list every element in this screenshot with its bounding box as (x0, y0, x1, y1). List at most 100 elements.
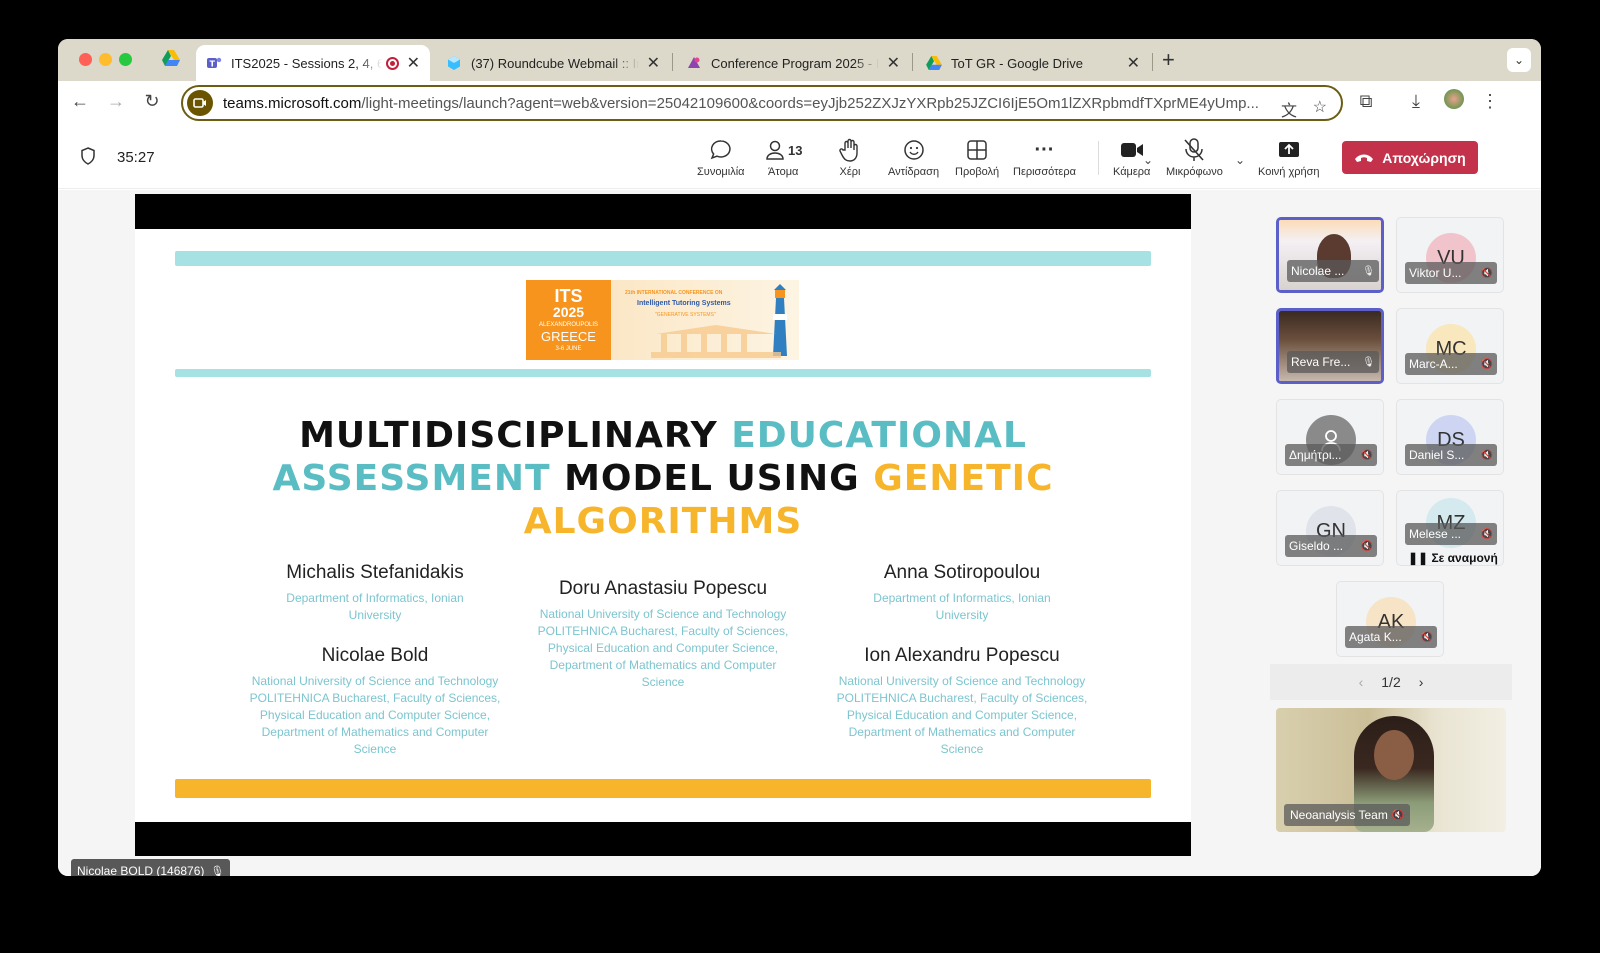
author-name: Doru Anastasiu Popescu (558, 578, 768, 599)
hang-up-icon (1354, 150, 1374, 166)
title-line-3: ALGORITHMS (135, 500, 1191, 543)
author-affiliation: National University of Science and Techn… (249, 674, 501, 756)
share-button[interactable]: Κοινή χρήση (1258, 137, 1320, 178)
participant-name-label: Δημήτρι... 🔇 (1285, 444, 1377, 466)
leave-button[interactable]: Αποχώρηση (1342, 141, 1478, 174)
banner-theme: "GENERATIVE SYSTEMS" (655, 312, 716, 318)
banner-conf-name: Intelligent Tutoring Systems (637, 300, 731, 307)
tab-title: (37) Roundcube Webmail :: Inbox (471, 55, 639, 71)
participant-name-label: Nicolae ... 🎙 (1287, 260, 1379, 282)
slide-divider-bar (175, 369, 1151, 377)
reload-icon[interactable]: ↻ (140, 91, 164, 112)
profile-avatar[interactable] (1442, 89, 1466, 114)
tab-separator (672, 53, 673, 71)
participant-count: 13 (788, 142, 803, 158)
meeting-stage: ITS 2025 ALEXANDROUPOLIS GREECE 3-6 JUNE… (58, 190, 1541, 876)
download-icon[interactable]: ⤓ (1404, 91, 1428, 112)
react-button[interactable]: Αντίδραση (888, 137, 939, 178)
participant-tile[interactable]: DS Daniel S... 🔇 (1396, 399, 1504, 475)
its2025-banner: ITS 2025 ALEXANDROUPOLIS GREECE 3-6 JUNE… (526, 280, 799, 360)
tab-title: ITS2025 - Sessions 2, 4, 6 (231, 55, 382, 71)
shared-screen[interactable]: ITS 2025 ALEXANDROUPOLIS GREECE 3-6 JUNE… (135, 194, 1191, 856)
waiting-label: Σε αναμονή (1431, 551, 1498, 565)
new-tab-icon[interactable]: + (1162, 47, 1175, 73)
raise-hand-button[interactable]: Χέρι (839, 137, 861, 178)
tab-close-icon[interactable]: ✕ (1127, 53, 1140, 73)
participant-tile[interactable]: AK Agata K... 🔇 (1336, 581, 1444, 657)
author-affiliation: Department of Informatics, Ionian Univer… (873, 591, 1051, 622)
extensions-icon[interactable]: ⧉ (1354, 91, 1378, 112)
maximize-window-button[interactable] (119, 53, 132, 66)
self-view-video[interactable]: Neoanalysis Team 🔇 (1276, 708, 1506, 832)
browser-menu-icon[interactable]: ⋮ (1478, 91, 1502, 112)
bookmark-star-icon[interactable]: ☆ (1313, 97, 1327, 117)
site-camera-icon[interactable] (187, 90, 213, 116)
author-block: Michalis Stefanidakis Department of Info… (255, 562, 495, 624)
author-affiliation: National University of Science and Techn… (537, 607, 789, 689)
chat-button[interactable]: Συνομιλία (697, 137, 745, 178)
title-word: ASSESSMENT (272, 458, 551, 499)
title-word: EDUCATIONAL (731, 415, 1027, 456)
view-label: Προβολή (955, 166, 1000, 178)
microphone-muted-icon: 🔇 (1480, 358, 1493, 370)
microphone-icon: 🎙 (1362, 265, 1375, 277)
microphone-options-chevron-icon[interactable]: ⌄ (1235, 153, 1245, 167)
presentation-slide: ITS 2025 ALEXANDROUPOLIS GREECE 3-6 JUNE… (135, 229, 1191, 822)
tab-its2025-teams[interactable]: T ITS2025 - Sessions 2, 4, 6 ✕ (196, 45, 430, 81)
url-path: /light-meetings/launch?agent=web&version… (361, 94, 1259, 112)
translate-icon[interactable]: 文 (1281, 97, 1297, 121)
slide-top-bar (175, 251, 1151, 266)
google-drive-icon (926, 55, 942, 71)
view-grid-icon (966, 137, 988, 163)
back-arrow-icon[interactable]: ← (68, 91, 92, 112)
share-icon (1278, 137, 1300, 163)
browser-window: T ITS2025 - Sessions 2, 4, 6 ✕ (37) Roun… (58, 39, 1541, 876)
participant-name: Marc-A... (1409, 357, 1458, 371)
chevron-left-icon[interactable]: ‹ (1359, 674, 1364, 690)
participant-tile[interactable]: MC Marc-A... 🔇 (1396, 308, 1504, 384)
title-line-2: ASSESSMENT MODEL USING GENETIC (135, 457, 1191, 500)
microphone-muted-icon: 🔇 (1480, 267, 1493, 279)
participant-name: Reva Fre... (1291, 355, 1351, 369)
more-label: Περισσότερα (1013, 166, 1076, 178)
tab-search-chevron-icon[interactable]: ⌄ (1507, 48, 1531, 72)
more-button[interactable]: ··· Περισσότερα (1013, 137, 1076, 179)
tab-title: ToT GR - Google Drive (951, 55, 1083, 71)
participant-tile[interactable]: Reva Fre... 🎙 (1276, 308, 1384, 384)
tab-conference-program[interactable]: Conference Program 2025 - ITS ✕ (676, 45, 910, 81)
tab-roundcube[interactable]: (37) Roundcube Webmail :: Inbox ✕ (436, 45, 670, 81)
self-view-face (1374, 730, 1414, 780)
tab-close-icon[interactable]: ✕ (407, 53, 420, 73)
chevron-right-icon[interactable]: › (1419, 674, 1424, 690)
participant-tile[interactable]: GN Giseldo ... 🔇 (1276, 490, 1384, 566)
forward-arrow-icon[interactable]: → (104, 91, 128, 112)
banner-its: ITS (554, 285, 583, 306)
author-affiliation: Department of Informatics, Ionian Univer… (286, 591, 464, 622)
tab-close-icon[interactable]: ✕ (647, 53, 660, 73)
tab-close-icon[interactable]: ✕ (887, 53, 900, 73)
minimize-window-button[interactable] (99, 53, 112, 66)
tab-google-drive[interactable]: ToT GR - Google Drive ✕ (916, 45, 1150, 81)
view-button[interactable]: Προβολή (955, 137, 999, 178)
banner-year: 2025 (552, 303, 585, 320)
its-logo: ITS 2025 ALEXANDROUPOLIS GREECE 3-6 JUNE (526, 280, 611, 360)
recording-icon (385, 56, 399, 70)
people-button[interactable]: 13 Άτομα (764, 137, 802, 178)
participant-tile[interactable]: Δημήτρι... 🔇 (1276, 399, 1384, 475)
author-name: Nicolae Bold (321, 645, 429, 666)
microphone-muted-icon: 🔇 (1360, 540, 1373, 552)
participant-tile[interactable]: Nicolae ... 🎙 (1276, 217, 1384, 293)
address-bar[interactable]: teams.microsoft.com/light-meetings/launc… (181, 85, 1343, 121)
pinned-tab-google-drive[interactable] (162, 50, 182, 70)
participant-tile[interactable]: VU Viktor U... 🔇 (1396, 217, 1504, 293)
raise-hand-label: Χέρι (839, 166, 861, 178)
camera-options-chevron-icon[interactable]: ⌄ (1143, 153, 1153, 167)
microphone-button[interactable]: Μικρόφωνο (1166, 137, 1223, 178)
participant-name: Giseldo ... (1289, 539, 1344, 553)
meeting-timer: 35:27 (117, 149, 155, 166)
participant-name: Nicolae ... (1291, 264, 1345, 278)
microphone-icon: 🎙 (210, 865, 225, 877)
presenter-label: Nicolae BOLD (146876) 🎙 (71, 859, 231, 877)
url-text: teams.microsoft.com/light-meetings/launc… (223, 95, 1263, 112)
close-window-button[interactable] (79, 53, 92, 66)
